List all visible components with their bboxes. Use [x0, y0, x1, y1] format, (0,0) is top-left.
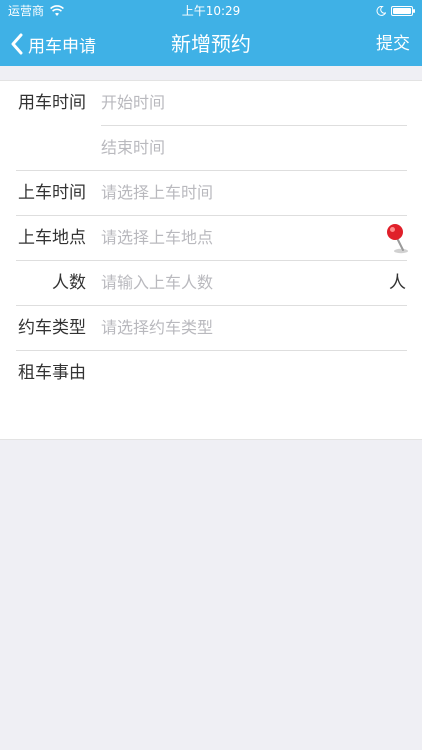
passengers-label: 人数: [52, 273, 86, 293]
use-time-start-row[interactable]: 用车时间 开始时间: [0, 81, 422, 125]
car-type-row[interactable]: 约车类型 请选择约车类型: [0, 306, 422, 350]
pickup-location-field[interactable]: 请选择上车地点: [101, 216, 213, 260]
battery-icon: [391, 6, 415, 16]
reservation-form: 用车时间 开始时间 结束时间 上车时间 请选择上车时间 上车地点 请选择上车地点…: [0, 80, 422, 440]
clock: 上午10:29: [181, 4, 241, 18]
pickup-time-field[interactable]: 请选择上车时间: [101, 171, 213, 215]
use-time-end-row[interactable]: 结束时间: [0, 126, 422, 170]
start-time-field[interactable]: 开始时间: [101, 81, 165, 125]
moon-icon: [376, 6, 386, 16]
map-pin-icon[interactable]: [384, 222, 412, 254]
navigation-bar: 用车申请 新增预约 提交: [0, 22, 422, 66]
page-title: 新增预约: [171, 32, 251, 56]
car-type-field[interactable]: 请选择约车类型: [101, 306, 213, 350]
car-type-label: 约车类型: [18, 318, 86, 338]
submit-button[interactable]: 提交: [376, 22, 410, 66]
passengers-row[interactable]: 人数 请输入上车人数 人: [0, 261, 422, 305]
pickup-location-label: 上车地点: [18, 228, 86, 248]
pickup-time-label: 上车时间: [18, 183, 86, 203]
app-header: 运营商 上午10:29 用车申请 新增预约 提交: [0, 0, 422, 66]
use-time-label: 用车时间: [18, 93, 86, 113]
pickup-time-row[interactable]: 上车时间 请选择上车时间: [0, 171, 422, 215]
reason-row[interactable]: 租车事由: [0, 351, 422, 439]
end-time-field[interactable]: 结束时间: [101, 126, 165, 170]
reason-label: 租车事由: [18, 363, 86, 383]
status-bar: 运营商 上午10:29: [0, 0, 422, 22]
pickup-location-row[interactable]: 上车地点 请选择上车地点: [0, 216, 422, 260]
passengers-unit: 人: [389, 273, 406, 293]
passengers-input[interactable]: 请输入上车人数: [101, 261, 213, 305]
